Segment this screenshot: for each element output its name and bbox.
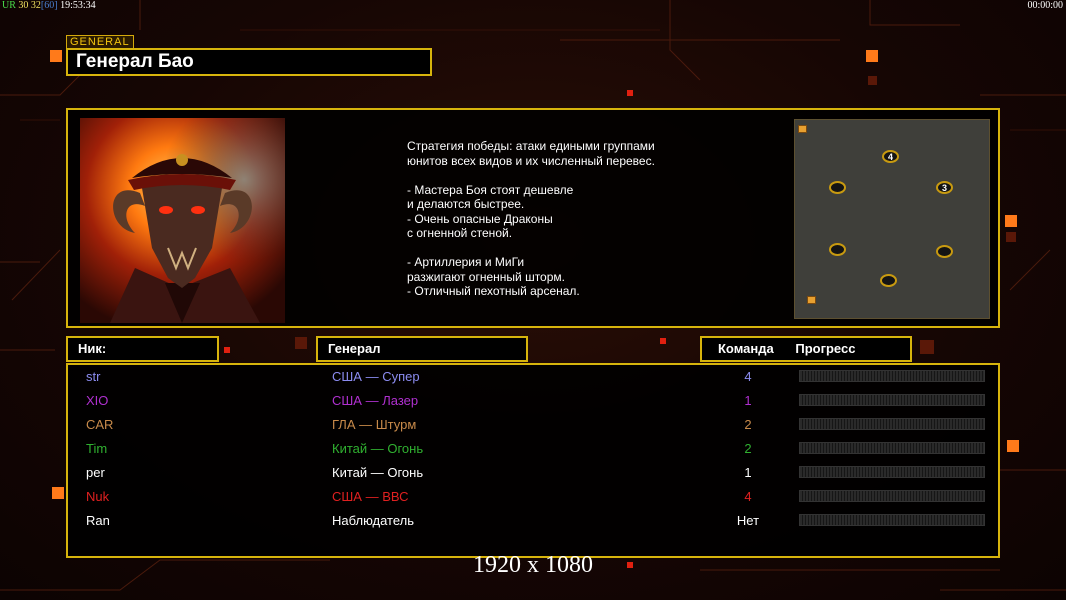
player-progress-bar: [799, 418, 985, 430]
column-header-nick: Ник:: [66, 336, 219, 362]
strategy-line: - Артиллерия и МиГи: [407, 255, 525, 269]
player-row[interactable]: per Китай — Огонь 1: [68, 463, 998, 485]
player-nick: Tim: [86, 441, 108, 456]
strategy-line: - Отличный пехотный арсенал.: [407, 284, 580, 298]
hud-clock: 19:53:34: [60, 0, 96, 11]
player-progress-bar: [799, 490, 985, 502]
strategy-line: разжигают огненный шторм.: [407, 269, 565, 284]
strategy-line: - Очень опасные Драконы: [407, 211, 553, 226]
player-nick: CAR: [86, 417, 114, 432]
player-team: Нет: [736, 513, 760, 528]
deco-square: [1005, 215, 1017, 227]
player-team: 2: [744, 417, 752, 432]
hud-fps-readout: UR 30 32[60] 19:53:34: [2, 0, 96, 11]
player-row[interactable]: Nuk США — ВВС 4: [68, 487, 998, 509]
column-header-team-label: Команда: [718, 341, 774, 356]
spawn-point[interactable]: [936, 245, 953, 258]
deco-square: [868, 76, 877, 85]
hud-fps-max: [60]: [40, 0, 58, 11]
player-team: 4: [744, 369, 752, 384]
deco-square: [627, 90, 633, 96]
player-progress-bar: [799, 466, 985, 478]
player-team: 1: [744, 393, 752, 408]
deco-square: [920, 340, 934, 354]
player-row[interactable]: CAR ГЛА — Штурм 2: [68, 415, 998, 437]
deco-square: [224, 347, 230, 353]
player-nick: XIO: [86, 393, 109, 408]
column-header-general-label: Генерал: [328, 341, 381, 356]
player-nick: Ran: [86, 513, 110, 528]
spawn-point[interactable]: [829, 181, 846, 194]
player-team: 4: [744, 489, 752, 504]
player-general: Китай — Огонь: [332, 441, 424, 456]
general-info-panel: Стратегия победы: атаки едиными группами…: [66, 108, 1000, 328]
deco-square: [295, 337, 307, 349]
player-row[interactable]: Ran Наблюдатель Нет: [68, 511, 998, 533]
column-header-nick-label: Ник:: [78, 341, 107, 356]
player-team: 1: [744, 465, 752, 480]
spawn-point-4[interactable]: 4: [882, 150, 899, 163]
player-progress-bar: [799, 514, 985, 526]
player-nick: per: [86, 465, 105, 480]
column-header-progress-label: Прогресс: [795, 341, 856, 356]
deco-square: [660, 338, 666, 344]
player-nick: str: [86, 369, 101, 384]
player-progress-bar: [799, 394, 985, 406]
player-row[interactable]: str США — Супер 4: [68, 367, 998, 389]
spawn-point[interactable]: [880, 274, 897, 287]
deco-square: [866, 50, 878, 62]
player-row[interactable]: XIO США — Лазер 1: [68, 391, 998, 413]
strategy-line: юнитов всех видов и их численный перевес…: [407, 153, 655, 168]
player-progress-bar: [799, 370, 985, 382]
player-row[interactable]: Tim Китай — Огонь 2: [68, 439, 998, 461]
hud-game-timer: 00:00:00: [1027, 0, 1063, 11]
deco-square: [1006, 232, 1016, 242]
general-portrait: [80, 118, 285, 323]
hud-fps: 30: [18, 0, 29, 11]
strategy-line: [407, 241, 707, 256]
player-general: США — Лазер: [332, 393, 419, 408]
hud-ur-label: UR: [2, 0, 16, 11]
player-general: ГЛА — Штурм: [332, 417, 417, 432]
general-tag: GENERAL: [66, 35, 134, 49]
spawn-point-3[interactable]: 3: [936, 181, 953, 194]
strategy-line: и делаются быстрее.: [407, 197, 525, 211]
column-header-general: Генерал: [316, 336, 528, 362]
deco-square: [52, 487, 64, 499]
general-name-title: Генерал Бао: [66, 48, 432, 76]
resolution-watermark: 1920 x 1080: [473, 552, 593, 578]
strategy-line: [407, 168, 707, 183]
strategy-line: Стратегия победы: атаки едиными группами: [407, 139, 655, 153]
minimap-marker-top: [798, 125, 807, 133]
players-table: str США — Супер 4 XIO США — Лазер 1 CAR ГЛА — Ш…: [66, 363, 1000, 558]
strategy-line: с огненной стеной.: [407, 226, 513, 240]
minimap-marker-bottom: [807, 296, 816, 304]
deco-square: [50, 50, 62, 62]
player-progress-bar: [799, 442, 985, 454]
map-preview[interactable]: 4 3: [794, 119, 990, 319]
column-header-team-progress: Команда Прогресс: [700, 336, 912, 362]
player-nick: Nuk: [86, 489, 110, 504]
player-general: Наблюдатель: [332, 513, 415, 528]
general-strategy-text: Стратегия победы: атаки едиными группами…: [407, 139, 707, 299]
player-general: Китай — Огонь: [332, 465, 424, 480]
player-general: США — Супер: [332, 369, 420, 384]
player-general: США — ВВС: [332, 489, 409, 504]
deco-square: [1007, 440, 1019, 452]
strategy-line: - Мастера Боя стоят дешевле: [407, 182, 574, 197]
spawn-point[interactable]: [829, 243, 846, 256]
player-team: 2: [744, 441, 752, 456]
hud-fps-target: 32: [30, 0, 41, 11]
